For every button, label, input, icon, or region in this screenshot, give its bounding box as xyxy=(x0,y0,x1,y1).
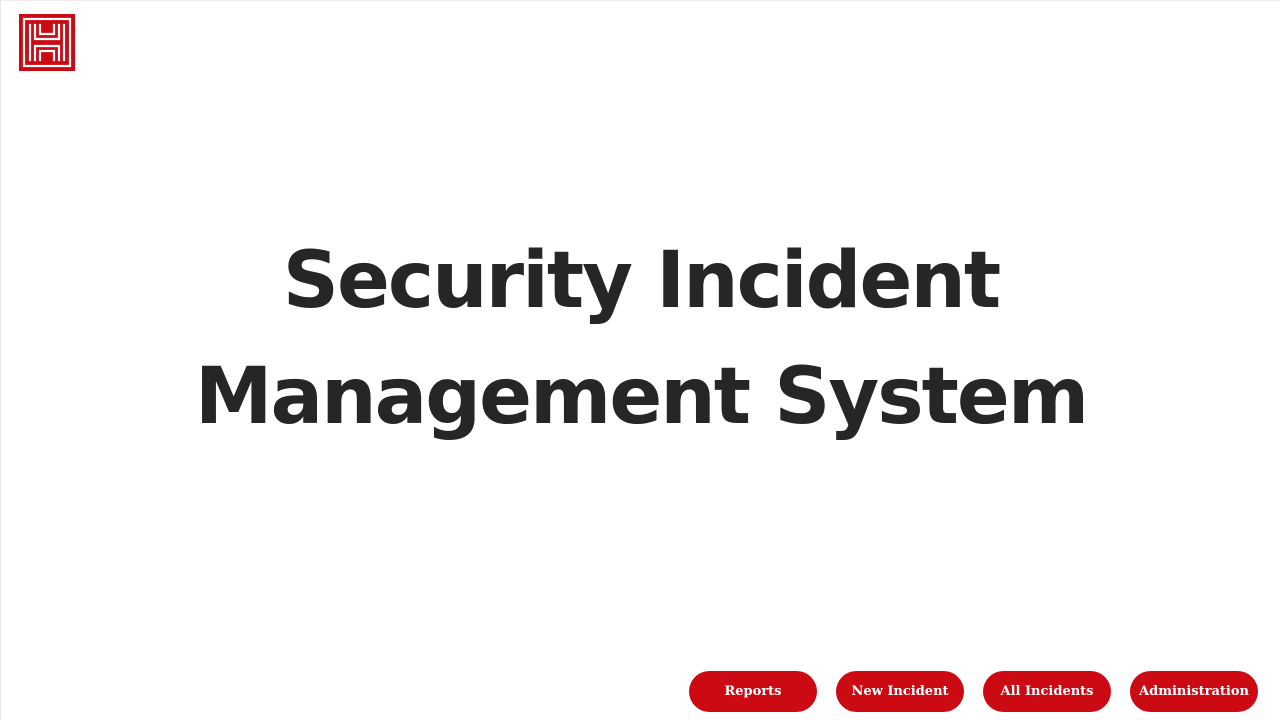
page-title: Security Incident Management System xyxy=(194,236,1089,442)
new-incident-button[interactable]: New Incident xyxy=(836,671,964,712)
bottom-nav: Reports New Incident All Incidents Admin… xyxy=(689,671,1258,712)
reports-button[interactable]: Reports xyxy=(689,671,817,712)
administration-button[interactable]: Administration xyxy=(1130,671,1258,712)
maze-h-logo-icon[interactable] xyxy=(19,14,75,71)
all-incidents-button[interactable]: All Incidents xyxy=(983,671,1111,712)
home-page: Security Incident Management System Repo… xyxy=(0,0,1280,720)
